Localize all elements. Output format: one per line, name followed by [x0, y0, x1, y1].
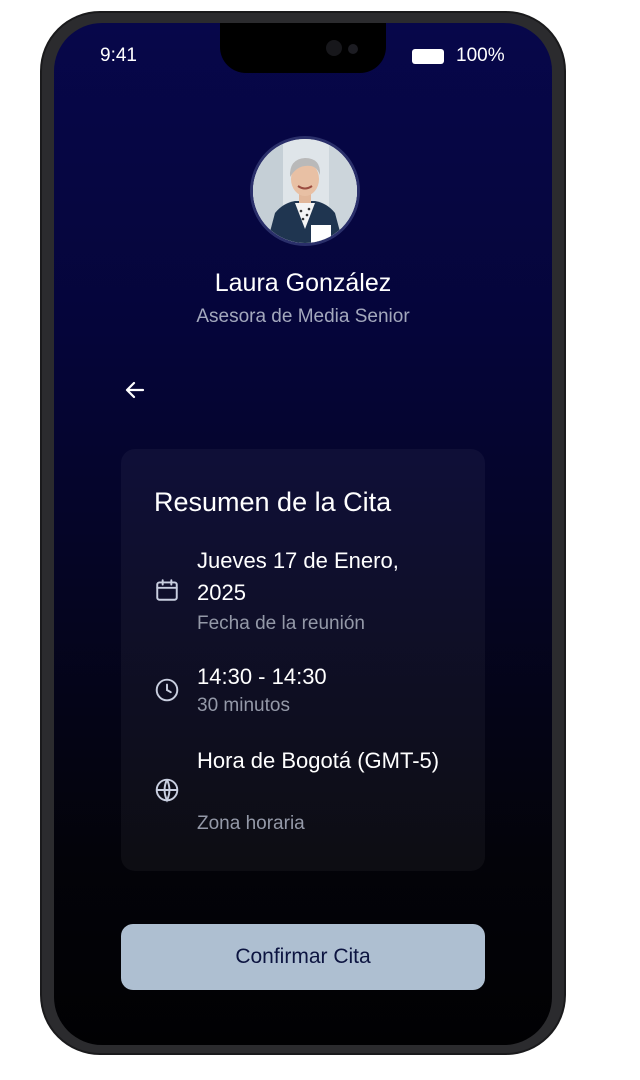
summary-title: Resumen de la Cita: [154, 487, 392, 517]
timezone-value: Hora de Bogotá (GMT-5): [197, 748, 440, 773]
appointment-summary-card: Resumen de la Cita Jueves 17 de Enero, 2…: [121, 449, 485, 871]
app-screen: 9:41 100% Laura González Asesora de Medi…: [54, 23, 552, 1045]
date-label: Fecha de la reunión: [197, 613, 365, 634]
time-row: 14:30 - 14:30 30 minutos: [154, 661, 454, 721]
date-row: Jueves 17 de Enero, 2025 Fecha de la reu…: [154, 545, 454, 639]
avatar: [250, 136, 360, 246]
time-value: 14:30 - 14:30: [197, 664, 327, 689]
arrow-left-icon: [125, 381, 145, 399]
battery-icon: [412, 49, 444, 64]
camera-notch: [220, 23, 386, 73]
time-label: 30 minutos: [197, 695, 290, 716]
date-value: Jueves 17 de Enero, 2025: [197, 548, 399, 605]
camera-lens: [326, 40, 342, 56]
advisor-portrait: [253, 139, 357, 243]
timezone-row: Hora de Bogotá (GMT-5) Zona horaria: [154, 745, 454, 839]
status-time: 9:41: [100, 45, 137, 66]
back-button[interactable]: [120, 375, 150, 405]
phone-frame: 9:41 100% Laura González Asesora de Medi…: [42, 13, 564, 1053]
clock-icon: [155, 678, 179, 702]
timezone-label: Zona horaria: [197, 813, 305, 834]
camera-sensor: [348, 44, 358, 54]
advisor-role: Asesora de Media Senior: [196, 306, 410, 327]
globe-icon: [155, 778, 179, 803]
battery-percentage: 100%: [456, 45, 505, 66]
calendar-icon: [156, 579, 178, 601]
confirm-appointment-button[interactable]: Confirmar Cita: [121, 924, 485, 990]
advisor-name: Laura González: [214, 269, 392, 297]
